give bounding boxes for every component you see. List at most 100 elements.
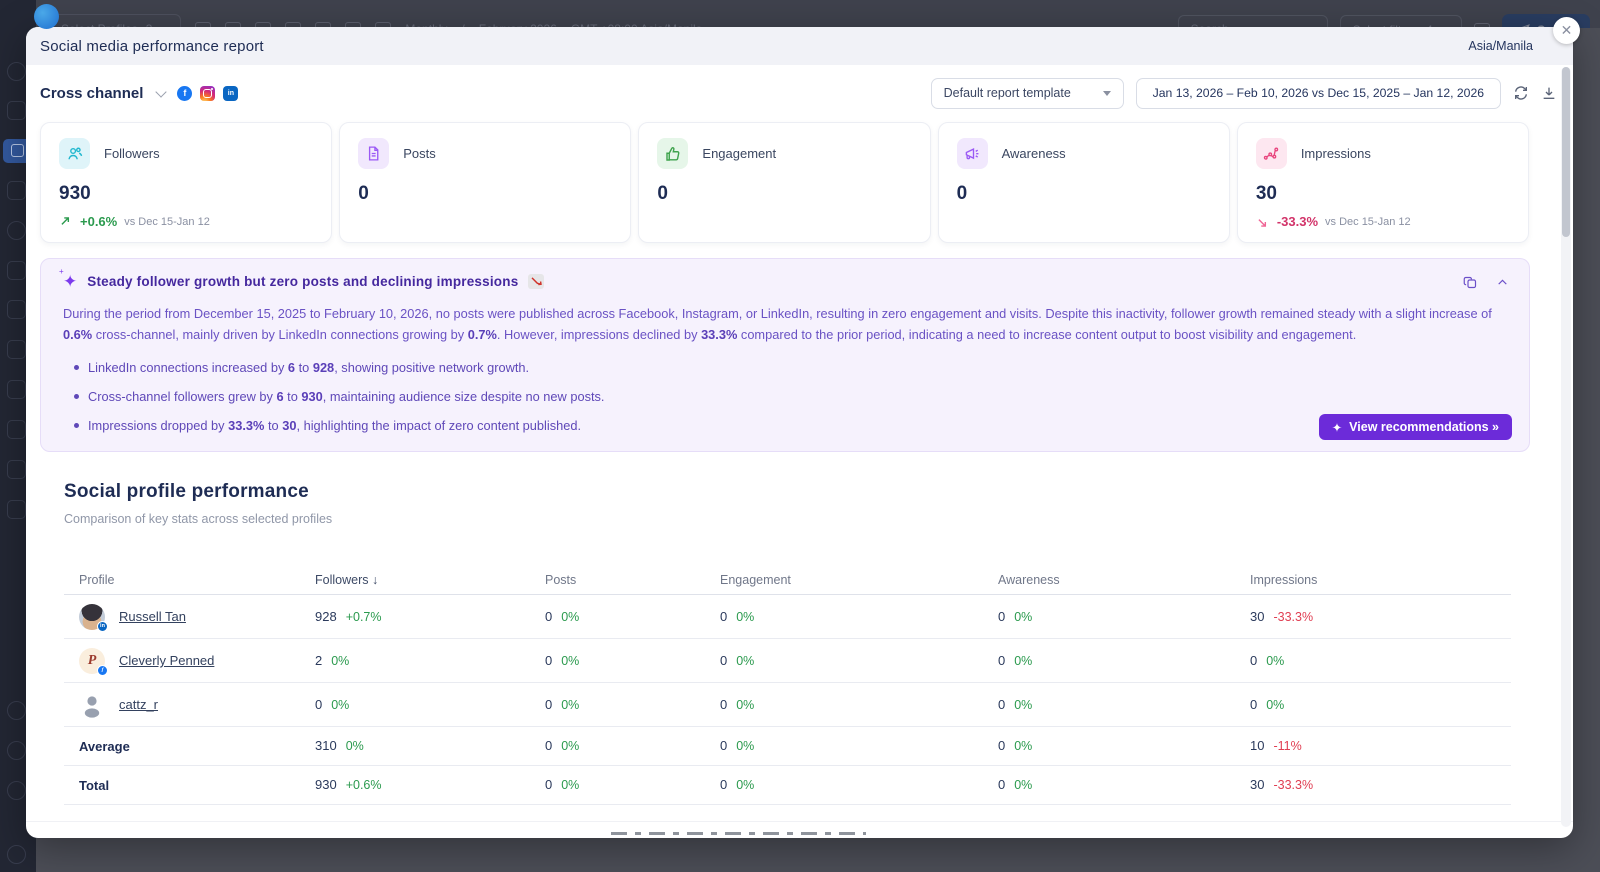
cell-value: 0 bbox=[720, 609, 727, 624]
cell-percent: 0% bbox=[331, 698, 349, 712]
column-header-profile[interactable]: Profile bbox=[79, 573, 315, 587]
select-profiles-dropdown[interactable]: Select Profiles 3 bbox=[48, 14, 181, 28]
cell-percent: 0% bbox=[561, 610, 579, 624]
cell-percent: 0% bbox=[736, 778, 754, 792]
instagram-icon[interactable] bbox=[200, 86, 215, 101]
download-icon bbox=[1541, 85, 1557, 101]
cell-value: 0 bbox=[545, 697, 552, 712]
cell-percent: 0% bbox=[1014, 654, 1032, 668]
chat-icon[interactable] bbox=[7, 221, 26, 240]
metric-label: Impressions bbox=[1301, 146, 1371, 161]
view-recommendations-button[interactable]: ✦ View recommendations » bbox=[1319, 414, 1512, 440]
download-button[interactable] bbox=[1541, 85, 1557, 101]
cell-value: 930 bbox=[315, 777, 337, 792]
date-range-picker[interactable]: Jan 13, 2026 – Feb 10, 2026 vs Dec 15, 2… bbox=[1136, 78, 1501, 109]
cell-value: 0 bbox=[1250, 653, 1257, 668]
insight-bullets: LinkedIn connections increased by 6 to 9… bbox=[63, 360, 1507, 433]
cell-value: 0 bbox=[1250, 697, 1257, 712]
cell-percent: 0% bbox=[561, 698, 579, 712]
table-row: cattz_r 00% 00% 00% 00% 00% bbox=[64, 683, 1511, 727]
insight-title: Steady follower growth but zero posts an… bbox=[87, 274, 518, 289]
insight-bullet: Impressions dropped by 33.3% to 30, high… bbox=[63, 418, 1507, 433]
cell-value: 30 bbox=[1250, 777, 1264, 792]
profile-link[interactable]: Russell Tan bbox=[119, 609, 186, 624]
linkedin-icon[interactable]: in bbox=[223, 86, 238, 101]
chevron-down-icon bbox=[1103, 91, 1111, 96]
thumbs-up-icon bbox=[657, 138, 688, 169]
profile-performance-table: Profile Followers ↓ Posts Engagement Awa… bbox=[64, 565, 1511, 805]
column-header-awareness[interactable]: Awareness bbox=[998, 573, 1250, 587]
channel-selector[interactable]: Cross channel f in bbox=[40, 85, 238, 102]
column-header-followers[interactable]: Followers ↓ bbox=[315, 573, 545, 587]
facebook-icon[interactable]: f bbox=[177, 86, 192, 101]
cell-value: 2 bbox=[315, 653, 322, 668]
channel-label: Cross channel bbox=[40, 85, 143, 102]
scatter-icon bbox=[1256, 138, 1287, 169]
linkedin-badge-icon: in bbox=[97, 621, 108, 632]
avatar: in bbox=[79, 604, 105, 630]
insight-summary: During the period from December 15, 2025… bbox=[63, 304, 1507, 345]
sliders-icon[interactable] bbox=[7, 300, 26, 319]
share-icon[interactable] bbox=[7, 500, 26, 519]
cell-value: 0 bbox=[720, 738, 727, 753]
table-row: in Russell Tan 928+0.7% 00% 00% 00% 30-3… bbox=[64, 595, 1511, 639]
insight-bullet: LinkedIn connections increased by 6 to 9… bbox=[63, 360, 1507, 375]
help-icon[interactable] bbox=[7, 781, 26, 800]
app-logo[interactable] bbox=[34, 4, 59, 29]
chevron-up-icon[interactable] bbox=[1496, 276, 1509, 289]
refresh-button[interactable] bbox=[1513, 85, 1529, 101]
ai-insight-panel: ✦ Steady follower growth but zero posts … bbox=[40, 258, 1530, 452]
metric-delta-note: vs Dec 15-Jan 12 bbox=[1325, 216, 1411, 228]
cell-percent: 0% bbox=[1014, 739, 1032, 753]
cell-percent: 0% bbox=[1014, 778, 1032, 792]
column-header-impressions[interactable]: Impressions bbox=[1250, 573, 1511, 587]
cell-percent: -11% bbox=[1273, 739, 1301, 753]
cell-value: 0 bbox=[720, 777, 727, 792]
trend-down-icon bbox=[1256, 215, 1270, 229]
plus-circle-icon[interactable] bbox=[7, 701, 26, 720]
bell-icon[interactable] bbox=[7, 741, 26, 760]
cell-value: 0 bbox=[545, 609, 552, 624]
summary-label: Total bbox=[79, 778, 315, 793]
user-avatar-icon[interactable] bbox=[7, 845, 26, 864]
briefcase-icon[interactable] bbox=[7, 460, 26, 479]
metric-delta: -33.3% bbox=[1277, 214, 1318, 229]
cell-value: 0 bbox=[545, 777, 552, 792]
card-icon[interactable] bbox=[7, 420, 26, 439]
metric-card-engagement: Engagement 0 bbox=[638, 122, 930, 243]
cut-off-chart-dashes bbox=[611, 832, 866, 835]
close-button[interactable]: ✕ bbox=[1553, 17, 1580, 44]
star-icon[interactable] bbox=[7, 340, 26, 359]
profile-link[interactable]: Cleverly Penned bbox=[119, 653, 214, 668]
dimmed-app-toolbar: Select Profiles 3 Monthly / February 202… bbox=[0, 0, 1600, 28]
metric-card-followers: Followers 930 +0.6% vs Dec 15-Jan 12 bbox=[40, 122, 332, 243]
avatar: Pf bbox=[79, 648, 105, 674]
sparkle-icon: ✦ bbox=[1332, 420, 1342, 435]
scrollbar-thumb[interactable] bbox=[1562, 67, 1570, 237]
report-template-select[interactable]: Default report template bbox=[931, 78, 1124, 109]
summary-label: Average bbox=[79, 739, 315, 754]
hashtag-icon[interactable] bbox=[7, 261, 26, 280]
metric-value: 930 bbox=[59, 183, 313, 205]
media-icon[interactable] bbox=[7, 181, 26, 200]
column-header-engagement[interactable]: Engagement bbox=[720, 573, 998, 587]
table-summary-row: Average 3100% 00% 00% 00% 10-11% bbox=[64, 727, 1511, 766]
modal-scrollbar[interactable] bbox=[1561, 67, 1571, 827]
home-icon[interactable] bbox=[7, 62, 26, 81]
cell-value: 0 bbox=[998, 609, 1005, 624]
users-icon bbox=[59, 138, 90, 169]
copy-icon[interactable] bbox=[1463, 275, 1478, 290]
megaphone-icon[interactable] bbox=[7, 101, 26, 120]
report-template-value: Default report template bbox=[944, 86, 1071, 100]
cell-percent: +0.7% bbox=[346, 610, 382, 624]
sort-desc-icon: ↓ bbox=[372, 573, 378, 587]
tasks-icon[interactable] bbox=[7, 380, 26, 399]
document-icon bbox=[358, 138, 389, 169]
metric-value: 0 bbox=[358, 183, 612, 205]
profile-link[interactable]: cattz_r bbox=[119, 697, 158, 712]
column-header-posts[interactable]: Posts bbox=[545, 573, 720, 587]
metric-label: Awareness bbox=[1002, 146, 1066, 161]
cell-value: 310 bbox=[315, 738, 337, 753]
metric-label: Posts bbox=[403, 146, 436, 161]
cell-percent: 0% bbox=[736, 739, 754, 753]
